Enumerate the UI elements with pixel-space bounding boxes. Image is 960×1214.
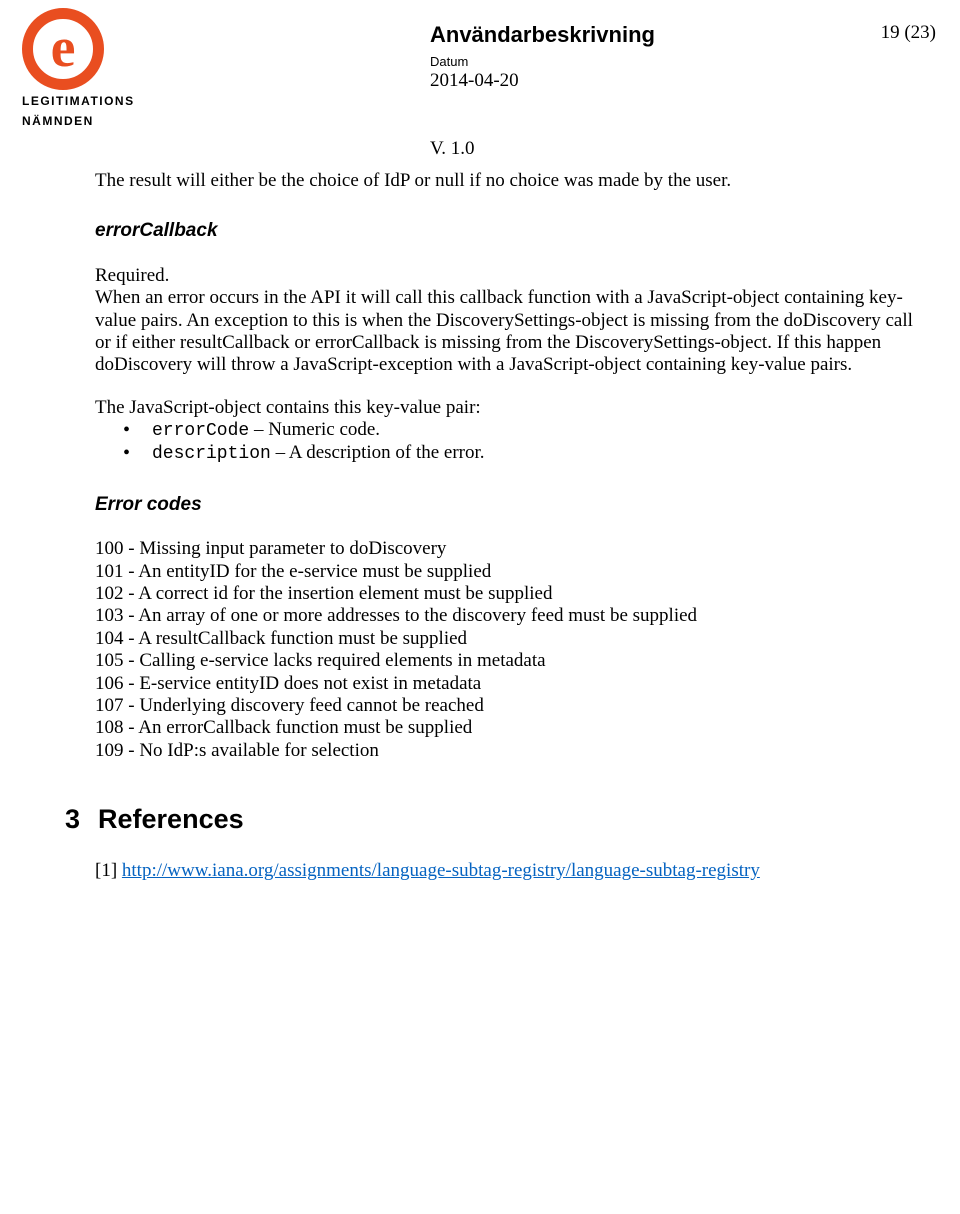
list-item: description – A description of the error… <box>110 442 922 465</box>
section-errorcallback: errorCallback <box>95 220 922 242</box>
error-code-item: 100 - Missing input parameter to doDisco… <box>95 538 922 560</box>
datum-label: Datum <box>430 54 655 69</box>
reference-label: [1] <box>95 860 122 881</box>
reference-link[interactable]: http://www.iana.org/assignments/language… <box>122 860 760 881</box>
doc-date: 2014-04-20 <box>430 70 655 92</box>
section-errorcodes: Error codes <box>95 494 922 516</box>
logo-text-line1: LEGITIMATIONS <box>22 94 135 110</box>
reference-item: [1] http://www.iana.org/assignments/lang… <box>95 860 922 882</box>
error-code-item: 102 - A correct id for the insertion ele… <box>95 583 922 605</box>
error-code-item: 103 - An array of one or more addresses … <box>95 605 922 627</box>
doc-title: Användarbeskrivning <box>430 22 655 48</box>
logo-icon: e <box>22 8 104 90</box>
error-code-item: 106 - E-service entityID does not exist … <box>95 673 922 695</box>
logo: e LEGITIMATIONS NÄMNDEN <box>22 8 135 129</box>
document-body: The result will either be the choice of … <box>95 170 922 882</box>
error-code-item: 109 - No IdP:s available for selection <box>95 740 922 762</box>
bullet-code: errorCode <box>152 421 249 441</box>
references-title: References <box>98 804 244 834</box>
error-code-item: 101 - An entityID for the e-service must… <box>95 561 922 583</box>
bullet-text: – Numeric code. <box>249 419 380 440</box>
errorcallback-description: When an error occurs in the API it will … <box>95 287 922 377</box>
list-item: errorCode – Numeric code. <box>110 419 922 442</box>
keyvalue-list: errorCode – Numeric code. description – … <box>95 419 922 465</box>
error-code-item: 107 - Underlying discovery feed cannot b… <box>95 695 922 717</box>
references-number: 3 <box>65 804 80 834</box>
bullet-code: description <box>152 444 271 464</box>
logo-letter: e <box>51 20 76 76</box>
error-codes-list: 100 - Missing input parameter to doDisco… <box>95 538 922 762</box>
intro-paragraph: The result will either be the choice of … <box>95 170 922 192</box>
document-header: e LEGITIMATIONS NÄMNDEN Användarbeskrivn… <box>0 0 960 170</box>
page-number: 19 (23) <box>881 22 936 44</box>
references-heading: 3 References <box>65 804 922 836</box>
required-label: Required. <box>95 265 922 287</box>
version-label: V. 1.0 <box>430 138 475 160</box>
doc-title-block: Användarbeskrivning Datum 2014-04-20 <box>430 22 655 92</box>
keyvalue-lead: The JavaScript-object contains this key-… <box>95 397 922 419</box>
logo-text-line2: NÄMNDEN <box>22 114 135 130</box>
error-code-item: 108 - An errorCallback function must be … <box>95 717 922 739</box>
error-code-item: 104 - A resultCallback function must be … <box>95 628 922 650</box>
error-code-item: 105 - Calling e-service lacks required e… <box>95 650 922 672</box>
bullet-text: – A description of the error. <box>271 442 485 463</box>
